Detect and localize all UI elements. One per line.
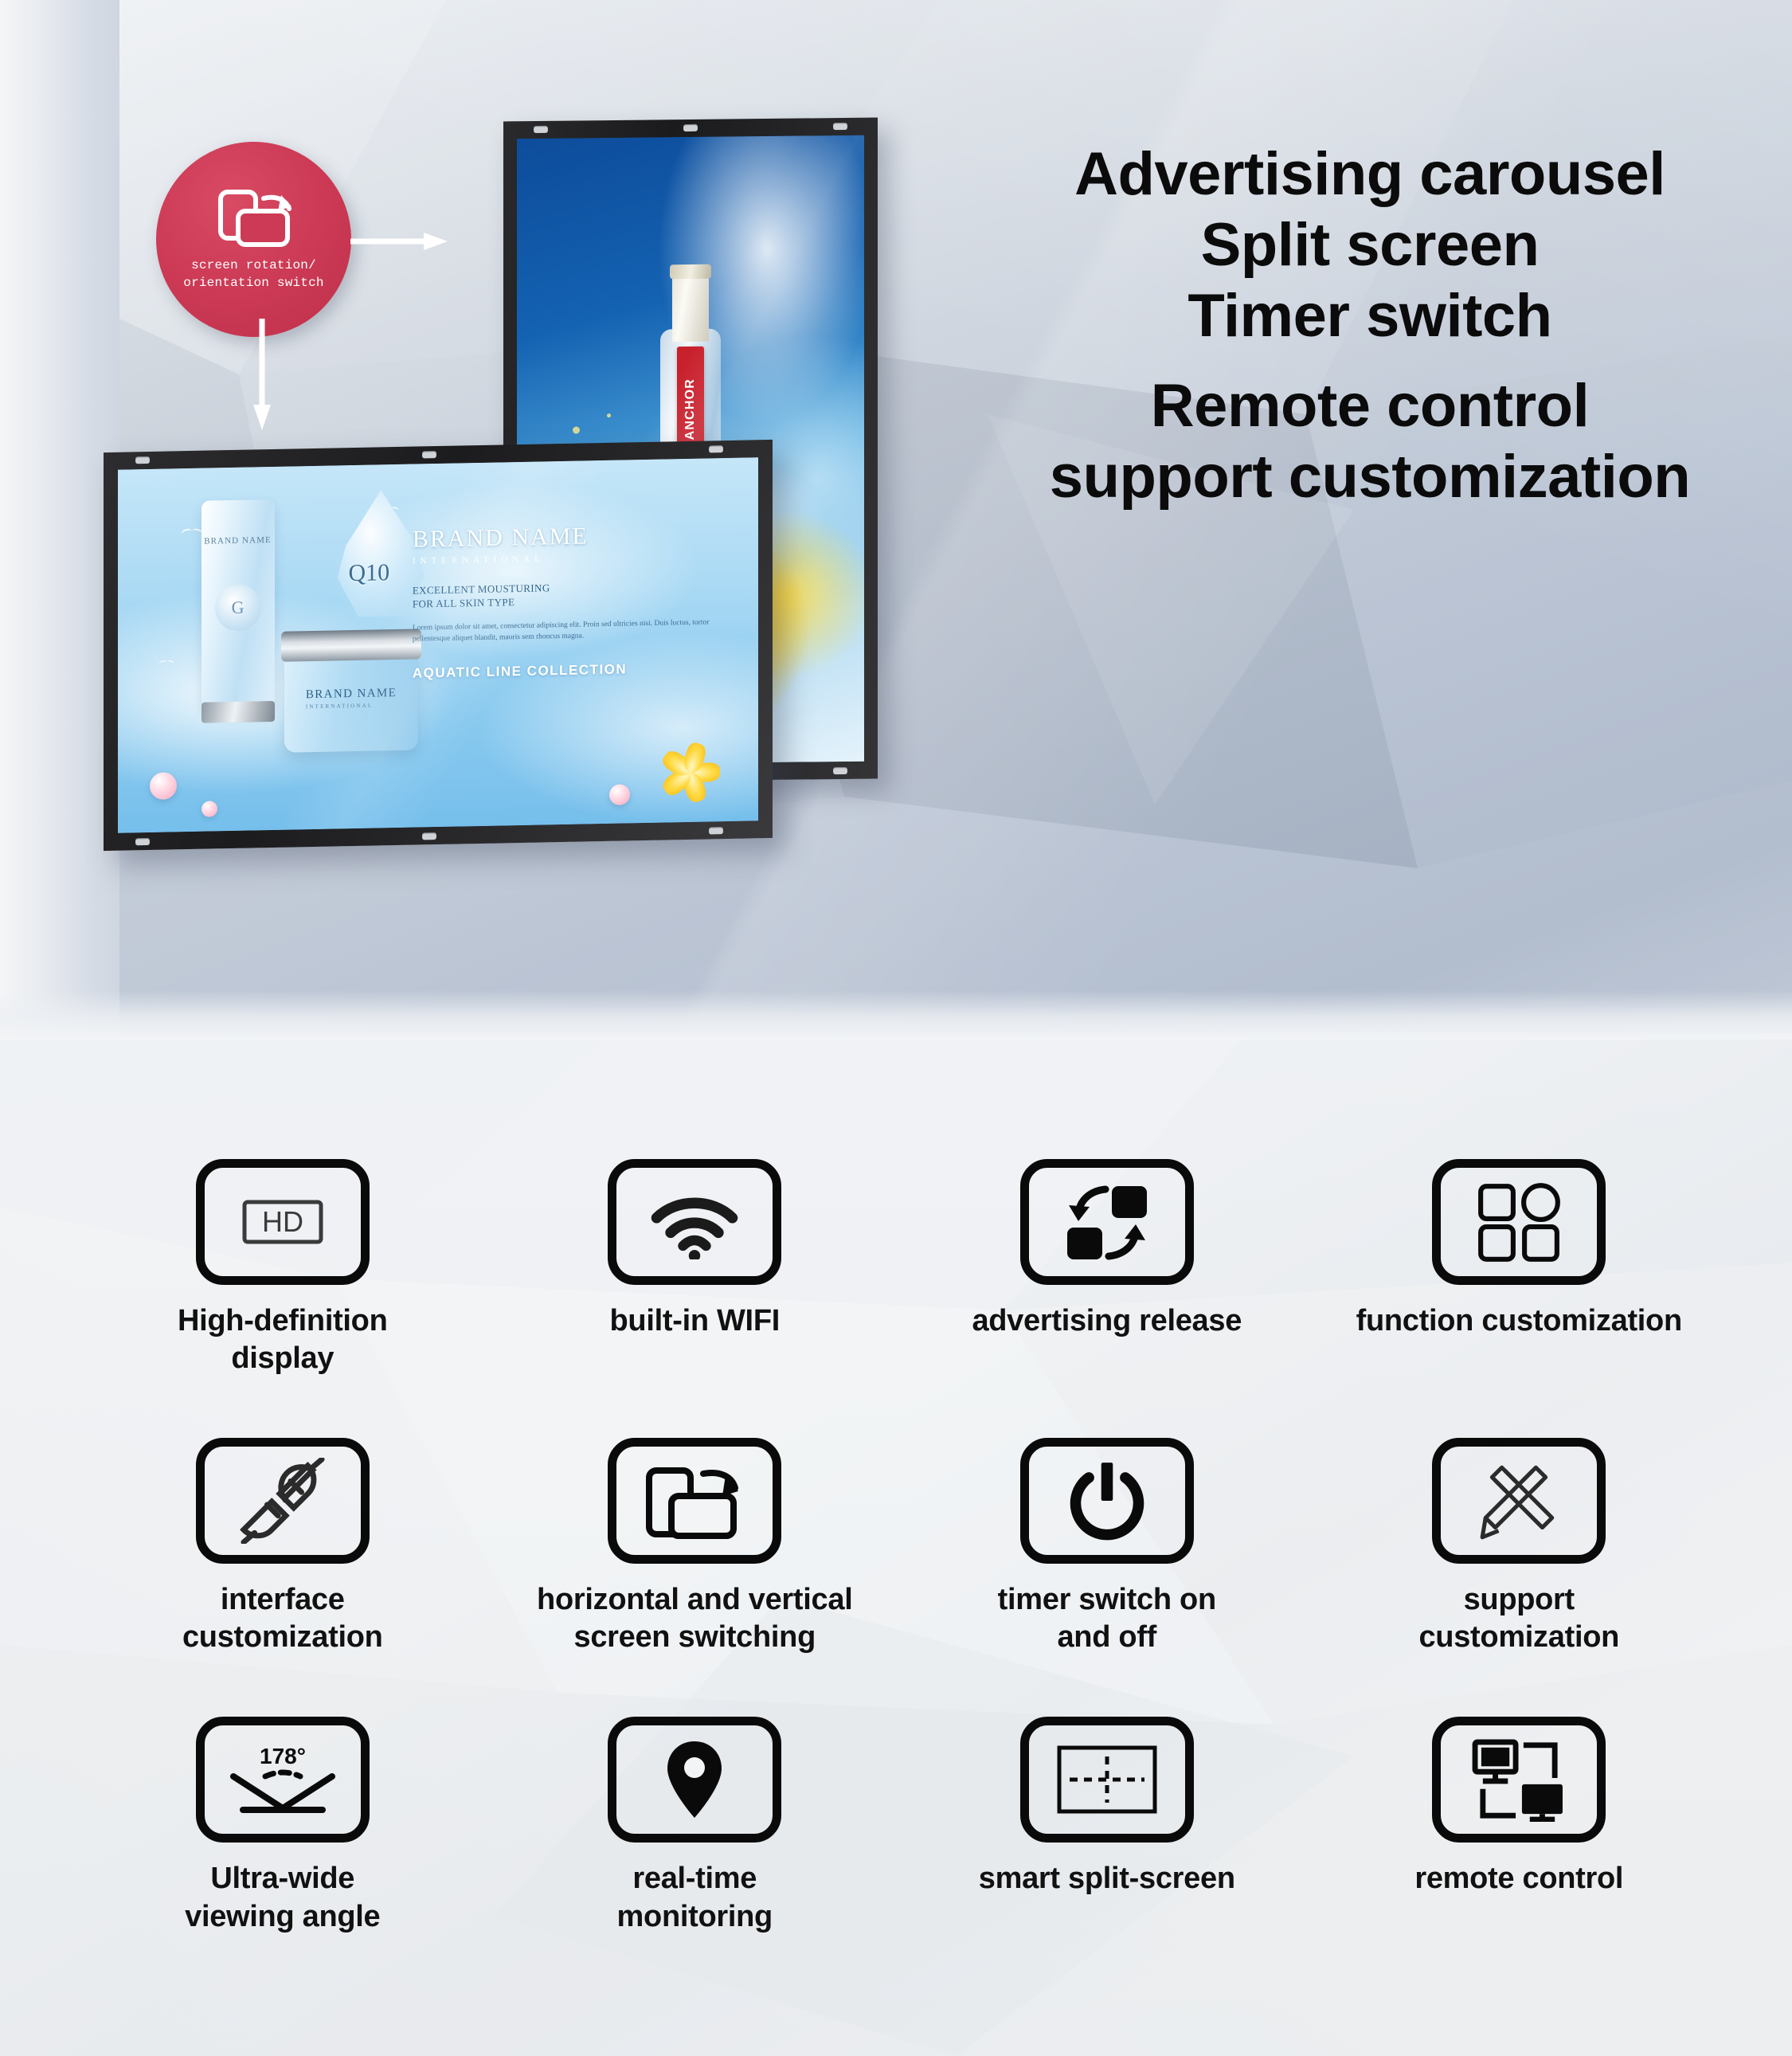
plug-connector-icon — [195, 1438, 370, 1565]
tube-brand-text: BRAND NAME — [204, 535, 272, 546]
landscape-screen-content: Q10 BRAND NAME G BRAND NAME INTERNATIONA… — [118, 457, 758, 833]
cosmetic-tube: BRAND NAME G — [201, 499, 275, 723]
badge-caption: screen rotation/ orientation switch — [183, 257, 323, 292]
q10-label: Q10 — [348, 558, 390, 586]
hero-section: ANCHOR Q10 BRAND NAME G BRAND NAME INTER… — [0, 0, 1792, 1040]
mount-screw — [422, 451, 436, 459]
mount-screw — [709, 827, 723, 835]
tube-seal-badge: G — [214, 584, 261, 632]
headline-line-3: Timer switch — [1187, 281, 1552, 350]
screen-rotation-icon — [608, 1438, 782, 1565]
badge-caption-line1: screen rotation/ — [191, 257, 316, 272]
cosmetic-ad-copy: BRAND NAME INTERNATIONAL EXCELLENT MOUST… — [413, 519, 733, 681]
screen-rotation-badge: screen rotation/ orientation switch — [156, 142, 351, 337]
mount-screw — [135, 837, 150, 846]
wifi-icon — [608, 1159, 782, 1285]
headline-line-2: Split screen — [1200, 210, 1540, 279]
jar-lid — [281, 629, 422, 662]
bottle-brand-text: ANCHOR — [683, 378, 697, 441]
badge-to-portrait-arrow — [350, 231, 448, 252]
hd-icon: HD — [195, 1159, 370, 1285]
mount-screw — [422, 832, 436, 840]
feature-item-realtime-monitoring[interactable]: real-time monitoring — [489, 1712, 902, 1935]
feature-label: built-in WIFI — [609, 1304, 781, 1337]
network-monitors-icon — [1432, 1717, 1606, 1843]
mount-screw — [833, 122, 847, 131]
tube-cap — [201, 700, 275, 723]
mount-screw — [534, 125, 548, 134]
hero-headline: Advertising carousel Split screen Timer … — [968, 139, 1772, 513]
jar-brand-sub: INTERNATIONAL — [305, 702, 374, 710]
ad-brand-title: BRAND NAME — [412, 522, 589, 553]
feature-label: advertising release — [972, 1304, 1242, 1337]
feature-label: interface customization — [182, 1583, 383, 1655]
jar-brand-name: BRAND NAME — [305, 686, 397, 701]
feature-label: timer switch on and off — [997, 1583, 1217, 1655]
headline-line-4: Remote control — [1150, 371, 1590, 440]
content-release-icon — [1019, 1159, 1194, 1285]
feature-label: High-definition display — [177, 1304, 388, 1376]
bottle-neck — [672, 268, 709, 343]
hero-bottom-fade — [0, 990, 1792, 1040]
mount-screw — [709, 445, 723, 453]
feature-item-split-screen[interactable]: smart split-screen — [901, 1712, 1313, 1935]
feature-item-hd[interactable]: HD High-definition display — [76, 1159, 489, 1377]
feature-item-support-customization[interactable]: support customization — [1313, 1433, 1726, 1656]
feature-label: remote control — [1414, 1862, 1624, 1896]
feature-label: real-time monitoring — [616, 1862, 773, 1933]
feature-item-advertising-release[interactable]: advertising release — [901, 1159, 1313, 1377]
mount-screw — [833, 766, 847, 775]
ad-brand-subtitle: INTERNATIONAL — [412, 553, 545, 566]
seagull-icon — [159, 659, 174, 664]
landscape-display-monitor: Q10 BRAND NAME G BRAND NAME INTERNATIONA… — [104, 439, 773, 852]
feature-label: smart split-screen — [978, 1862, 1235, 1896]
headline-line-5: support customization — [1049, 442, 1691, 511]
feature-item-timer-switch[interactable]: timer switch on and off — [901, 1433, 1313, 1656]
screen-rotation-icon — [211, 187, 297, 249]
feature-item-wifi[interactable]: built-in WIFI — [489, 1159, 902, 1377]
badge-caption-line2: orientation switch — [183, 275, 324, 290]
features-section: HD High-definition display built-in WIFI — [0, 1040, 1792, 2056]
feature-item-remote-control[interactable]: remote control — [1313, 1712, 1726, 1935]
pearl-decoration — [201, 801, 217, 817]
viewing-angle-icon: 178° — [195, 1717, 370, 1843]
app-grid-icon — [1432, 1159, 1606, 1285]
mount-screw — [135, 456, 150, 464]
feature-item-interface-customization[interactable]: interface customization — [76, 1433, 489, 1656]
feature-item-function-customization[interactable]: function customization — [1313, 1159, 1726, 1377]
jar-brand-text: BRAND NAME INTERNATIONAL — [306, 687, 397, 710]
viewing-angle-value: 178° — [260, 1744, 306, 1768]
features-grid: HD High-definition display built-in WIFI — [76, 1159, 1725, 1936]
mount-screw — [683, 123, 698, 132]
cosmetic-jar: BRAND NAME INTERNATIONAL — [281, 629, 422, 753]
power-icon — [1019, 1438, 1194, 1565]
svg-text:HD: HD — [262, 1205, 303, 1238]
feature-item-screen-switching[interactable]: horizontal and vertical screen switching — [489, 1433, 902, 1656]
feature-item-viewing-angle[interactable]: 178° Ultra-wide viewing angle — [76, 1712, 489, 1935]
ad-body-text: Lorem ipsum dolor sit amet, consectetur … — [412, 618, 710, 644]
bottle-cap — [670, 264, 711, 280]
pencil-ruler-icon — [1432, 1438, 1606, 1565]
badge-to-landscape-arrow — [252, 319, 272, 430]
seagull-icon — [182, 527, 202, 535]
plumeria-flower — [659, 732, 720, 805]
feature-label: horizontal and vertical screen switching — [537, 1583, 853, 1655]
split-screen-icon — [1019, 1717, 1194, 1843]
bubble — [572, 426, 580, 434]
feature-label: Ultra-wide viewing angle — [185, 1862, 381, 1933]
location-pin-icon — [608, 1717, 782, 1843]
headline-line-1: Advertising carousel — [1074, 140, 1665, 208]
ad-heading: EXCELLENT MOUSTURING FOR ALL SKIN TYPE — [413, 577, 733, 611]
feature-label: function customization — [1356, 1304, 1683, 1337]
display-stage: ANCHOR Q10 BRAND NAME G BRAND NAME INTER… — [0, 0, 956, 1040]
feature-label: support customization — [1418, 1583, 1620, 1655]
